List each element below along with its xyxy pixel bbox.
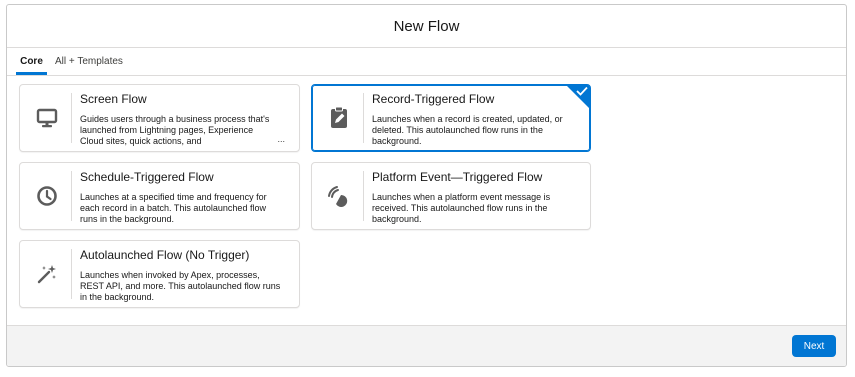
card-description: Launches when invoked by Apex, processes… xyxy=(80,270,281,302)
more-ellipsis: ... xyxy=(277,134,285,144)
modal-title: New Flow xyxy=(393,17,460,35)
card-title: Screen Flow xyxy=(80,92,147,106)
card-autolaunched-flow[interactable]: Autolaunched Flow (No Trigger) Launches … xyxy=(19,240,300,308)
card-description: Launches when a platform event message i… xyxy=(372,192,551,224)
card-title: Platform Event—Triggered Flow xyxy=(372,170,543,184)
card-platform-event-triggered-flow[interactable]: Platform Event—Triggered Flow Launches w… xyxy=(311,162,591,230)
tab-bar: Core All + Templates xyxy=(7,47,846,76)
card-description: Guides users through a business process … xyxy=(80,114,270,146)
clock-icon xyxy=(32,181,62,211)
new-flow-modal: New Flow Core All + Templates Screen Flo… xyxy=(6,4,847,367)
magic-wand-icon xyxy=(32,259,62,289)
card-schedule-triggered-flow[interactable]: Schedule-Triggered Flow Launches at a sp… xyxy=(19,162,300,230)
card-divider xyxy=(71,171,72,221)
card-divider xyxy=(71,93,72,143)
checkmark-icon xyxy=(576,86,588,96)
clipboard-edit-icon xyxy=(324,103,354,133)
card-title: Schedule-Triggered Flow xyxy=(80,170,214,184)
card-screen-flow[interactable]: Screen Flow Guides users through a busin… xyxy=(19,84,300,152)
next-button[interactable]: Next xyxy=(792,335,836,357)
tab-core[interactable]: Core xyxy=(16,47,47,75)
card-description: Launches at a specified time and frequen… xyxy=(80,192,267,224)
card-title: Record-Triggered Flow xyxy=(372,92,495,106)
tab-all-templates[interactable]: All + Templates xyxy=(55,47,123,75)
monitor-icon xyxy=(32,103,62,133)
card-divider xyxy=(363,93,364,143)
modal-header: New Flow xyxy=(7,5,846,48)
card-divider xyxy=(363,171,364,221)
modal-footer: Next xyxy=(7,325,846,366)
card-description: Launches when a record is created, updat… xyxy=(372,114,563,146)
card-title: Autolaunched Flow (No Trigger) xyxy=(80,248,250,262)
card-record-triggered-flow[interactable]: Record-Triggered Flow Launches when a re… xyxy=(311,84,591,152)
signal-icon xyxy=(324,181,354,211)
card-divider xyxy=(71,249,72,299)
